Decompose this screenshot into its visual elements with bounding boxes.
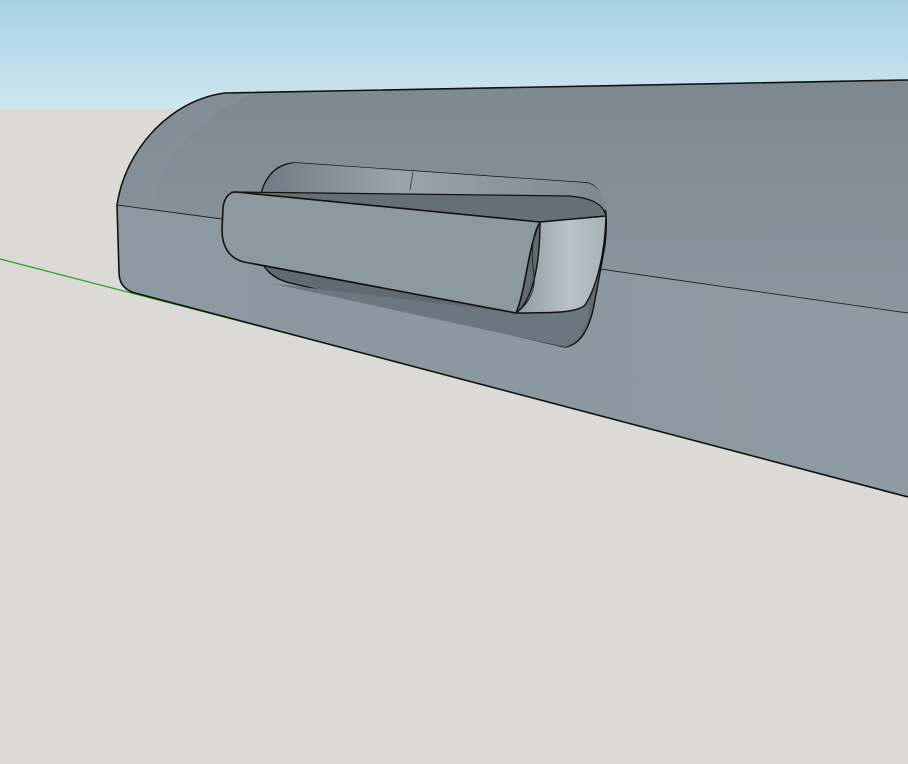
model-scene[interactable] <box>0 0 908 764</box>
3d-viewport[interactable] <box>0 0 908 764</box>
